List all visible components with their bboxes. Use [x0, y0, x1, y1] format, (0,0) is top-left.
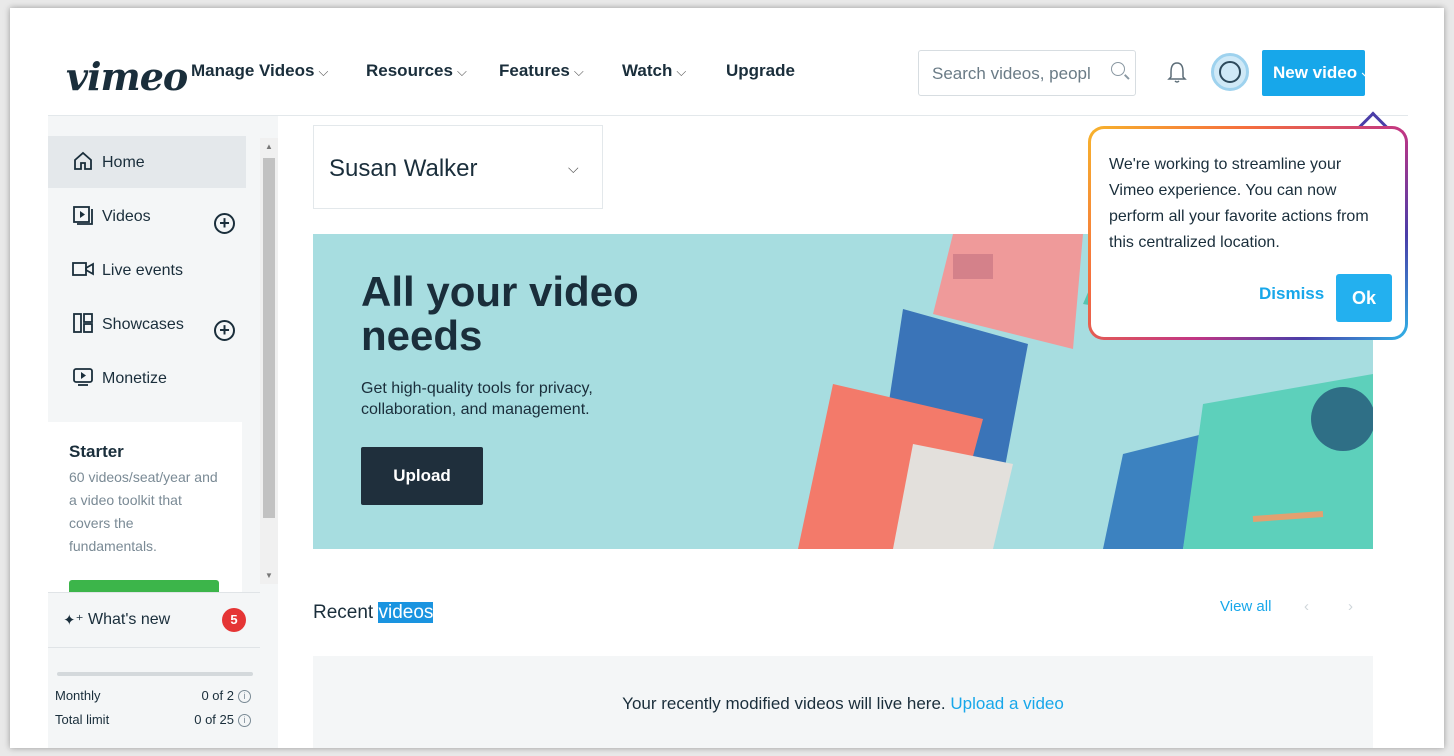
- info-icon[interactable]: i: [238, 690, 251, 704]
- chevron-right-icon[interactable]: ›: [1348, 598, 1353, 615]
- search-placeholder: Search videos, peopl: [932, 64, 1091, 83]
- top-header: vimeo Manage Videos ⌵ Resources ⌵ Features…: [48, 44, 1408, 116]
- limit-row-total: Total limit 0 of 25 i: [55, 712, 251, 728]
- hero-title: All your video needs: [361, 268, 639, 359]
- recent-videos-empty-state: Your recently modified videos will live …: [313, 656, 1373, 748]
- search-input[interactable]: Search videos, peopl: [918, 50, 1136, 96]
- avatar-face-icon: [1219, 61, 1241, 83]
- nav-features[interactable]: Features ⌵: [499, 61, 584, 81]
- plan-description: 60 videos/seat/year and a video toolkit …: [69, 469, 218, 554]
- sidebar-item-monetize[interactable]: Monetize: [48, 352, 246, 404]
- highlighted-text: videos: [378, 602, 434, 623]
- scroll-down-icon[interactable]: ▼: [265, 571, 273, 580]
- whats-new-button[interactable]: ✦⁺ What's new 5: [48, 592, 260, 648]
- plan-title: Starter: [69, 442, 124, 461]
- nav-watch[interactable]: Watch ⌵: [622, 61, 686, 81]
- nav-upgrade[interactable]: Upgrade: [726, 61, 795, 81]
- sidebar-item-label: Monetize: [102, 370, 167, 387]
- notification-badge: 5: [222, 608, 246, 632]
- view-all-link[interactable]: View all: [1220, 598, 1271, 615]
- nav-resources[interactable]: Resources ⌵: [366, 61, 467, 81]
- scroll-up-icon[interactable]: ▲: [265, 142, 273, 151]
- account-name: Susan Walker: [329, 155, 478, 182]
- bell-icon[interactable]: [1166, 60, 1188, 86]
- scrollbar-thumb[interactable]: [263, 158, 275, 518]
- tooltip-text: We're working to streamline your Vimeo e…: [1109, 156, 1369, 251]
- sidebar-item-label: Videos: [102, 208, 151, 225]
- sidebar-item-home[interactable]: Home: [48, 136, 246, 188]
- dismiss-button[interactable]: Dismiss: [1259, 284, 1324, 304]
- sidebar: Home Videos + Live events Showcases + Mo…: [48, 116, 278, 748]
- nav-manage-videos[interactable]: Manage Videos ⌵: [191, 61, 328, 81]
- chevron-down-icon: ⌵: [568, 160, 579, 176]
- whats-new-label: What's new: [88, 611, 171, 628]
- app-window: vimeo Manage Videos ⌵ Resources ⌵ Features…: [10, 8, 1444, 748]
- sparkle-icon: ✦⁺: [63, 612, 84, 629]
- plan-upgrade-button[interactable]: [69, 580, 219, 592]
- add-showcase-icon[interactable]: +: [214, 320, 235, 341]
- sidebar-item-live-events[interactable]: Live events: [48, 244, 246, 296]
- video-library-icon: [73, 206, 93, 225]
- sidebar-item-label: Live events: [102, 262, 183, 279]
- showcase-icon: [73, 313, 93, 333]
- sidebar-scrollbar[interactable]: ▲ ▼: [260, 138, 278, 584]
- monetize-icon: [73, 368, 93, 386]
- upload-button[interactable]: Upload: [361, 447, 483, 505]
- upload-video-link[interactable]: Upload a video: [950, 694, 1063, 713]
- ok-button[interactable]: Ok: [1336, 274, 1392, 322]
- vimeo-logo[interactable]: vimeo: [66, 54, 188, 99]
- avatar[interactable]: [1211, 53, 1249, 91]
- home-icon: [74, 151, 92, 170]
- add-video-icon[interactable]: +: [214, 213, 235, 234]
- chevron-left-icon[interactable]: ‹: [1304, 598, 1309, 615]
- account-selector[interactable]: Susan Walker ⌵: [313, 125, 603, 209]
- recent-videos-heading: Recent videos: [313, 602, 434, 623]
- sidebar-item-label: Showcases: [102, 316, 184, 333]
- plan-card: Starter 60 videos/seat/year and a video …: [48, 422, 242, 592]
- limit-row-monthly: Monthly 0 of 2i: [55, 688, 251, 704]
- camera-icon: [72, 262, 94, 276]
- empty-state-text: Your recently modified videos will live …: [622, 694, 946, 713]
- info-icon[interactable]: i: [238, 714, 251, 728]
- usage-bar: [57, 672, 253, 676]
- sidebar-item-label: Home: [102, 154, 145, 171]
- new-video-button[interactable]: New video ⌵: [1262, 50, 1372, 96]
- onboarding-tooltip: We're working to streamline your Vimeo e…: [1088, 126, 1408, 340]
- search-icon[interactable]: [1111, 62, 1125, 76]
- hero-subtitle: Get high-quality tools for privacy, coll…: [361, 380, 593, 418]
